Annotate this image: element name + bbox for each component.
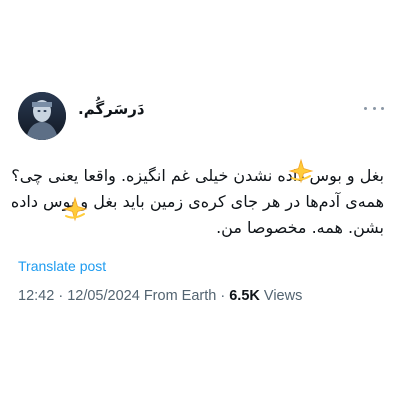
tweet-time[interactable]: 12:42 [18,288,54,304]
tweet-card: دَرسَرگُم. بغل و بوس داده نشدن خیلی غم ا… [0,0,400,400]
meta-separator: · [220,288,226,304]
tweet-source: From Earth [143,288,217,304]
avatar-image [18,92,66,140]
meta-separator: · [58,288,64,304]
more-options-icon[interactable] [364,102,384,114]
dizzy-sparkle-icon [62,196,88,222]
tweet-meta: 12:42 · 12/05/2024 From Earth · 6.5K Vie… [18,288,302,304]
views-count[interactable]: 6.5K [229,288,260,304]
avatar[interactable] [18,92,66,140]
tweet-header: دَرسَرگُم. [18,92,384,142]
display-name[interactable]: دَرسَرگُم. [78,100,145,118]
translate-post-link[interactable]: Translate post [18,258,106,274]
tweet-date[interactable]: 12/05/2024 [67,288,140,304]
views-label: Views [263,288,303,304]
dizzy-sparkle-icon [288,158,314,184]
tweet-line-1: بغل و بوس داده نشدن خیلی غم انگیزه. واقع… [11,166,384,185]
